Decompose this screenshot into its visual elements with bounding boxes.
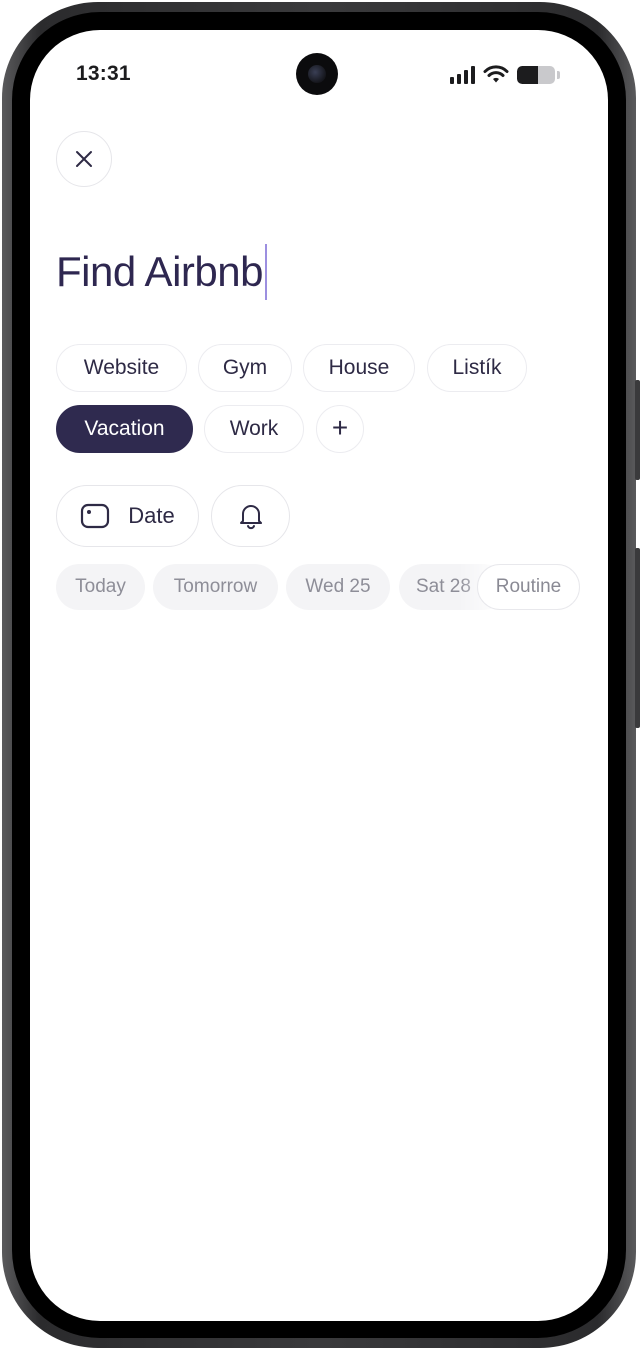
tag-chip-label: Work <box>229 417 279 440</box>
quick-date-label: Tomorrow <box>173 576 258 597</box>
add-tag-button[interactable]: + <box>316 405 364 453</box>
front-camera <box>296 53 338 95</box>
close-icon <box>76 151 92 167</box>
wifi-icon <box>483 65 509 83</box>
battery-level <box>517 66 538 84</box>
tag-chip-work[interactable]: Work <box>204 405 304 453</box>
status-time: 13:31 <box>76 62 131 85</box>
quick-date-label: Sat 28 <box>416 576 471 597</box>
quick-date-wed-25[interactable]: Wed 25 <box>286 564 390 610</box>
tag-chip-website[interactable]: Website <box>56 344 187 392</box>
bell-icon <box>239 505 262 530</box>
tag-chip-label: Gym <box>222 356 268 379</box>
quick-date-today[interactable]: Today <box>56 564 145 610</box>
cellular-signal-icon <box>450 66 475 84</box>
tag-chip-listik[interactable]: Listík <box>427 344 527 392</box>
plus-icon: + <box>331 412 349 443</box>
close-button[interactable] <box>56 131 112 187</box>
battery-cap <box>557 71 560 79</box>
tag-chip-label: Website <box>83 356 160 379</box>
date-button[interactable]: Date <box>56 485 199 547</box>
tag-chip-label: Vacation <box>84 417 165 440</box>
routine-button[interactable]: Routine <box>477 564 580 610</box>
reminder-button[interactable] <box>211 485 290 547</box>
volume-up-button <box>635 380 640 480</box>
battery-icon <box>517 66 560 84</box>
date-button-label: Date <box>128 503 175 528</box>
battery-body <box>517 66 555 84</box>
quick-date-label: Wed 25 <box>305 576 371 597</box>
tag-chip-house[interactable]: House <box>303 344 415 392</box>
routine-button-label: Routine <box>495 576 562 597</box>
tag-chip-label: Listík <box>452 356 502 379</box>
volume-down-button <box>635 548 640 728</box>
quick-date-tomorrow[interactable]: Tomorrow <box>153 564 278 610</box>
calendar-icon <box>81 503 110 529</box>
tag-chip-vacation[interactable]: Vacation <box>56 405 193 453</box>
task-title-input[interactable]: Find Airbnb <box>56 244 267 300</box>
task-title-text: Find Airbnb <box>56 248 263 295</box>
tag-chip-label: House <box>328 356 390 379</box>
text-caret <box>264 244 267 300</box>
tag-chip-gym[interactable]: Gym <box>198 344 292 392</box>
quick-date-label: Today <box>75 576 126 597</box>
status-bar: 13:31 <box>30 30 608 122</box>
status-icons <box>450 64 560 86</box>
screen: 13:31 Find Airbnb Website Gym House List… <box>30 30 608 1321</box>
